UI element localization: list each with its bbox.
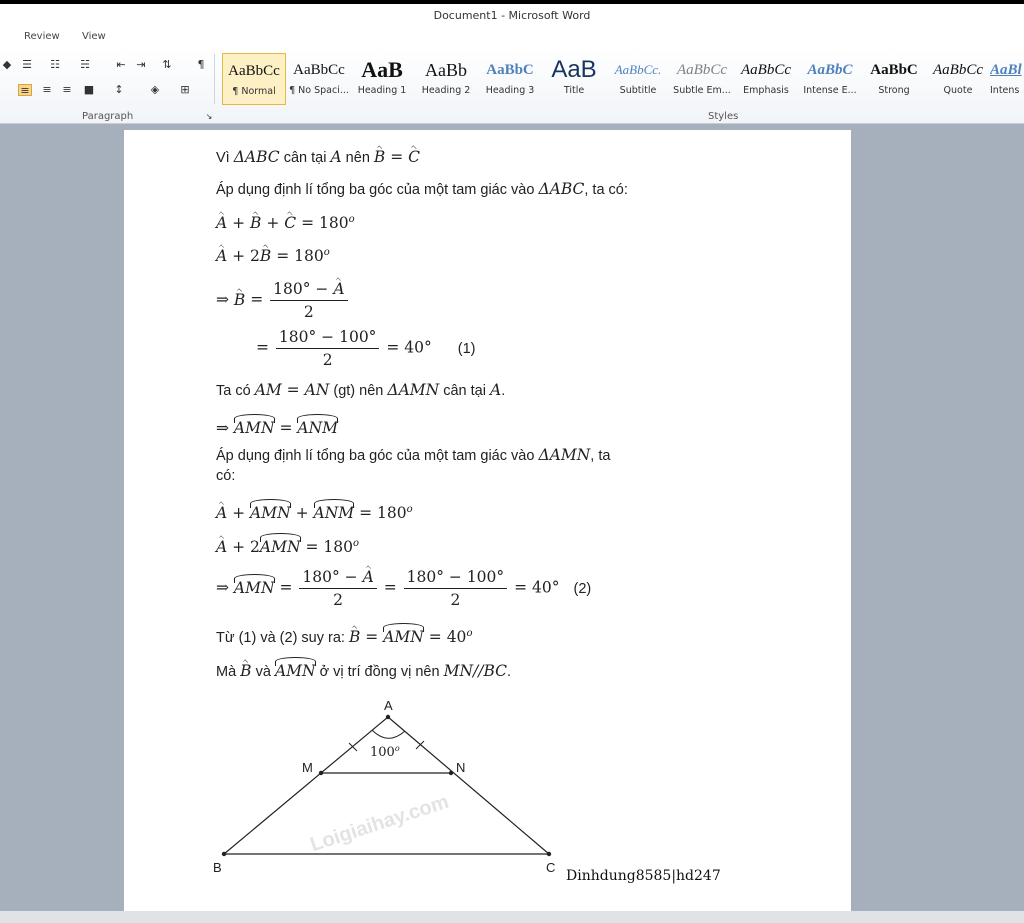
dialog-launcher-icon[interactable]: ↘ bbox=[202, 111, 216, 123]
style-heading-3[interactable]: AaBbC Heading 3 bbox=[478, 53, 542, 105]
style-intense-emphasis[interactable]: AaBbC Intense E... bbox=[798, 53, 862, 105]
style-normal[interactable]: AaBbCc ¶ Normal bbox=[222, 53, 286, 105]
line-10: A + AMN + ANM = 180o bbox=[216, 499, 413, 522]
line-9: Áp dụng định lí tổng ba góc của một tam … bbox=[216, 446, 611, 464]
style-no-spacing[interactable]: AaBbCc ¶ No Spaci... bbox=[287, 53, 351, 105]
ribbon: ◆ ☰ ☷ ☵ ⇤ ⇥ ⇅ ¶ ≡ ≡ ≡ ■ ↕ ◈ ⊞ Paragraph … bbox=[0, 48, 1024, 124]
align-right-icon[interactable]: ≡ bbox=[60, 84, 74, 96]
line-14: Mà B và AMN ở vị trí đồng vị nên MN//BC. bbox=[216, 657, 511, 680]
line-3: A + B + C = 180o bbox=[216, 214, 355, 233]
point-n bbox=[448, 770, 454, 776]
document-canvas: Vì ΔABC cân tại A nên B = C Áp dụng định… bbox=[0, 124, 1024, 911]
style-heading-2[interactable]: AaBb Heading 2 bbox=[414, 53, 478, 105]
line-7: Ta có AM = AN (gt) nên ΔAMN cân tại A. bbox=[216, 381, 506, 399]
decrease-indent-icon[interactable]: ⇤ bbox=[114, 59, 128, 71]
style-heading-1[interactable]: AaB Heading 1 bbox=[350, 53, 414, 105]
numbering-icon[interactable]: ☷ bbox=[48, 59, 62, 71]
style-subtle-emphasis[interactable]: AaBbCc Subtle Em... bbox=[670, 53, 734, 105]
bullets-icon[interactable]: ☰ bbox=[20, 59, 34, 71]
fraction-1: 180° − A 2 bbox=[270, 280, 348, 321]
menu-bar: Review View bbox=[0, 28, 1024, 48]
paragraph-group-label: Paragraph bbox=[82, 111, 134, 122]
label-a: A bbox=[384, 698, 393, 713]
status-bar bbox=[0, 911, 1024, 923]
fraction-2: 180° − 100° 2 bbox=[275, 328, 380, 369]
line-9b: có: bbox=[216, 468, 236, 484]
angle-a-label: 100o bbox=[370, 744, 400, 760]
align-left-icon[interactable]: ≡ bbox=[18, 84, 32, 97]
line-spacing-icon[interactable]: ↕ bbox=[112, 84, 126, 96]
point-a bbox=[385, 714, 391, 720]
line-12: ⇒ AMN = 180° − A 2 = 180° − 100° 2 = 40°… bbox=[216, 568, 592, 609]
style-subtitle[interactable]: AaBbCc. Subtitle bbox=[606, 53, 670, 105]
fraction-3: 180° − A 2 bbox=[299, 568, 377, 609]
tab-view[interactable]: View bbox=[82, 31, 106, 42]
sort-icon[interactable]: ⇅ bbox=[160, 59, 174, 71]
style-emphasis[interactable]: AaBbCc Emphasis bbox=[734, 53, 798, 105]
title-bar: Document1 - Microsoft Word bbox=[0, 4, 1024, 28]
ribbon-separator bbox=[214, 54, 215, 104]
credit-text: Dinhdung8585|hd247 bbox=[566, 868, 721, 884]
angle-a-arc bbox=[371, 729, 406, 739]
justify-icon[interactable]: ■ bbox=[82, 84, 96, 96]
line-6: = 180° − 100° 2 = 40° (1) bbox=[256, 328, 476, 369]
borders-icon[interactable]: ⊞ bbox=[178, 84, 192, 96]
line-4: A + 2B = 180o bbox=[216, 247, 330, 266]
side-ac bbox=[387, 716, 550, 855]
styles-group-label: Styles bbox=[708, 111, 739, 122]
line-1: Vì ΔABC cân tại A nên B = C bbox=[216, 148, 421, 166]
align-icon[interactable]: ◆ bbox=[0, 59, 14, 71]
fraction-4: 180° − 100° 2 bbox=[403, 568, 508, 609]
style-intense-quote[interactable]: AaBl Intens bbox=[990, 53, 1024, 105]
line-13: Từ (1) và (2) suy ra: B = AMN = 40o bbox=[216, 623, 472, 646]
multilevel-list-icon[interactable]: ☵ bbox=[78, 59, 92, 71]
pilcrow-icon[interactable]: ¶ bbox=[194, 59, 208, 71]
point-b bbox=[221, 851, 227, 857]
align-center-icon[interactable]: ≡ bbox=[40, 84, 54, 96]
increase-indent-icon[interactable]: ⇥ bbox=[134, 59, 148, 71]
style-quote[interactable]: AaBbCc Quote bbox=[926, 53, 990, 105]
style-title[interactable]: AaB Title bbox=[542, 53, 606, 105]
window-title: Document1 - Microsoft Word bbox=[433, 9, 591, 22]
line-5: ⇒ B = 180° − A 2 bbox=[216, 280, 350, 321]
point-m bbox=[318, 770, 324, 776]
label-c: C bbox=[546, 860, 555, 875]
watermark: Loigiaihay.com bbox=[308, 791, 452, 856]
label-n: N bbox=[456, 760, 465, 775]
label-b: B bbox=[213, 860, 222, 875]
line-8: ⇒ AMN = ANM bbox=[216, 414, 338, 437]
document-page[interactable]: Vì ΔABC cân tại A nên B = C Áp dụng định… bbox=[124, 130, 851, 911]
label-m: M bbox=[302, 760, 313, 775]
line-2: Áp dụng định lí tổng ba góc của một tam … bbox=[216, 180, 628, 198]
triangle-figure: Loigiaihay.com A M N B C 100o bbox=[213, 698, 555, 875]
tab-review[interactable]: Review bbox=[24, 31, 60, 42]
shading-icon[interactable]: ◈ bbox=[148, 84, 162, 96]
point-c bbox=[546, 851, 552, 857]
style-strong[interactable]: AaBbC Strong bbox=[862, 53, 926, 105]
line-11: A + 2AMN = 180o bbox=[216, 533, 359, 556]
